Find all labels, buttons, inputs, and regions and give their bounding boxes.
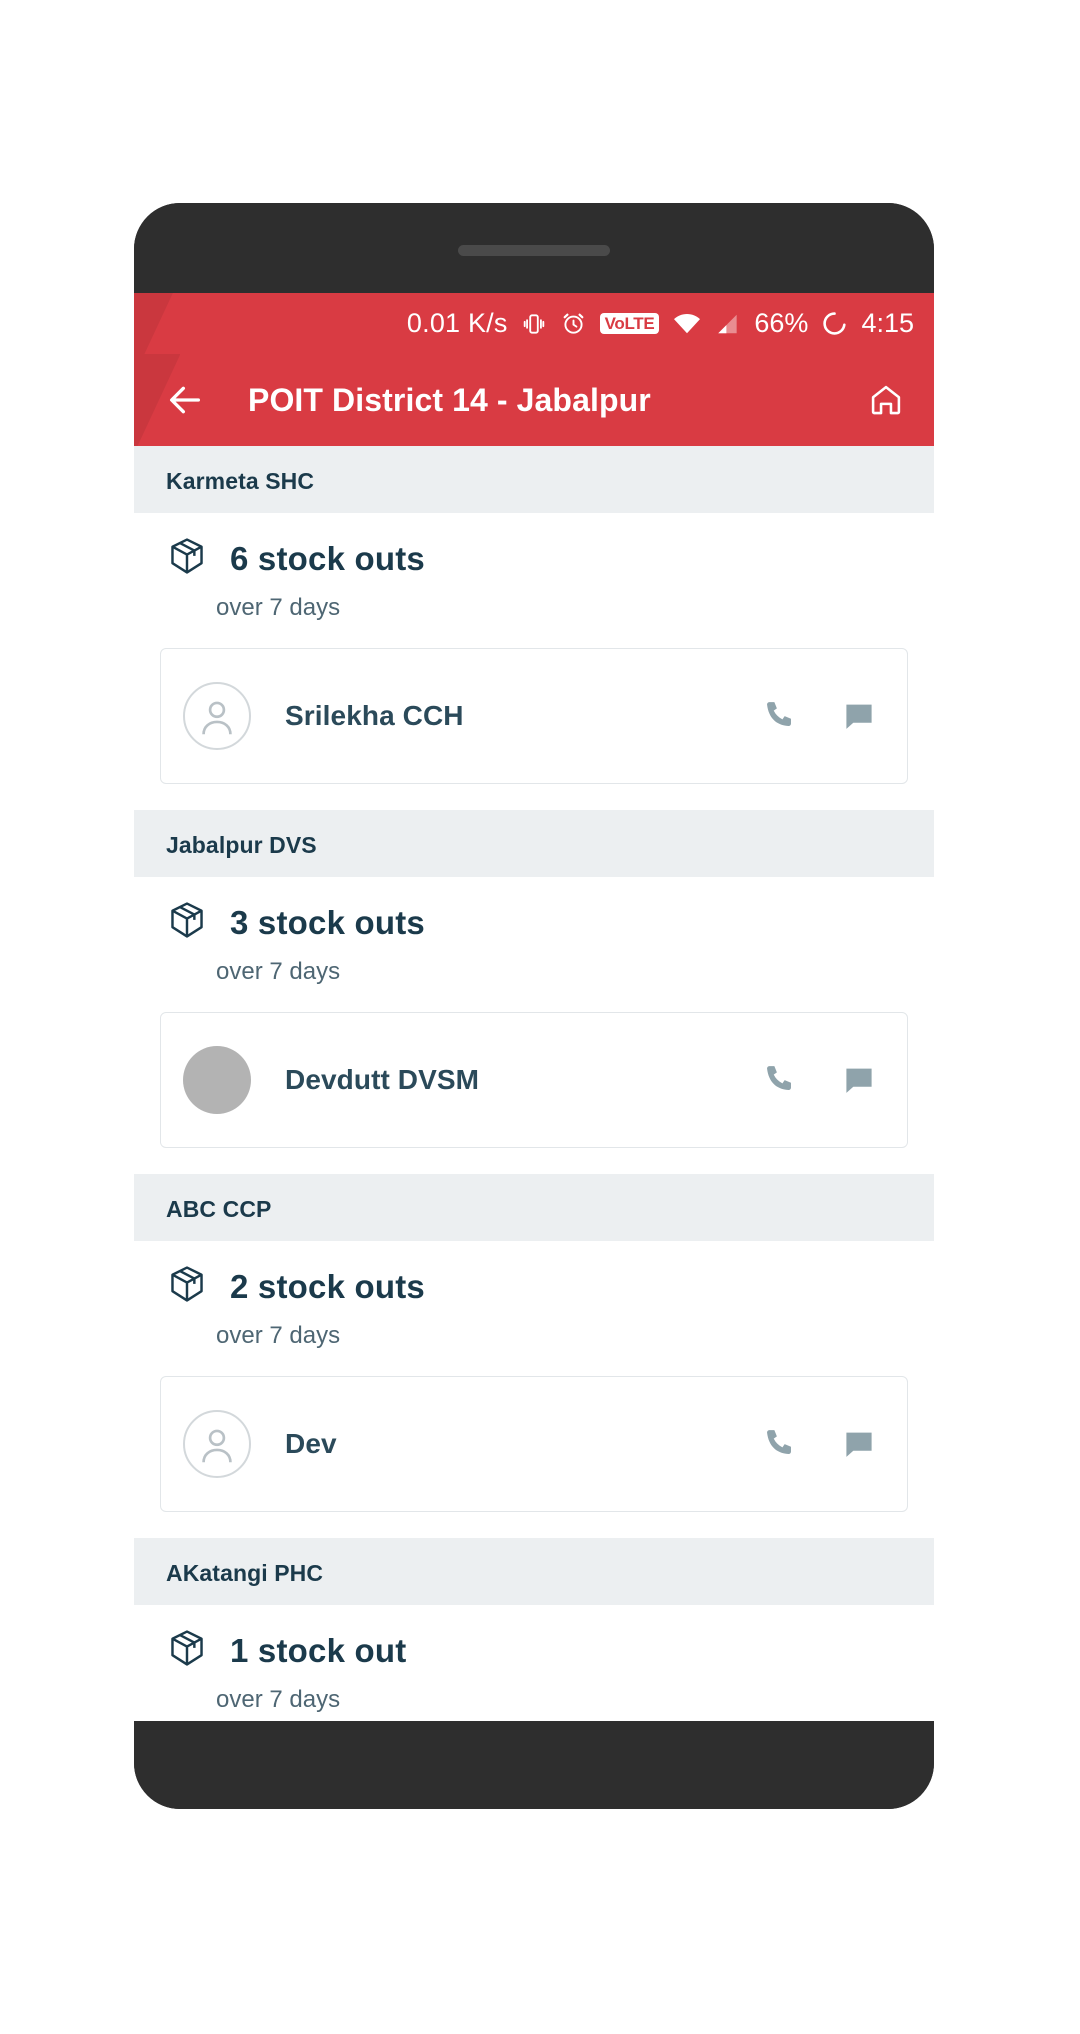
contact-name: Devdutt DVSM xyxy=(285,1064,480,1095)
stock-out-count: 3 stock outs xyxy=(230,903,425,941)
stock-out-period: over 7 days xyxy=(216,1322,341,1349)
group-header: Karmeta SHC xyxy=(134,446,934,513)
contact-row[interactable]: Srilekha CCH xyxy=(160,648,908,784)
stock-out-count: 6 stock outs xyxy=(230,539,425,577)
arrow-left-icon xyxy=(170,386,200,414)
package-box-icon xyxy=(166,1263,208,1310)
contact-actions xyxy=(759,1425,877,1463)
cellular-signal-icon xyxy=(715,311,741,337)
facility-name: Jabalpur DVS xyxy=(166,832,317,858)
group-header: Jabalpur DVS xyxy=(134,810,934,877)
volte-badge: VoLTE xyxy=(599,313,660,334)
stock-out-period: over 7 days xyxy=(216,1686,341,1713)
battery-circle-icon xyxy=(821,310,848,337)
contact-name: Dev xyxy=(285,1428,337,1459)
clock-text: 4:15 xyxy=(861,308,914,338)
facility-name: Karmeta SHC xyxy=(166,468,315,494)
device-bottom-bezel xyxy=(134,1721,934,1809)
contact-actions xyxy=(759,697,877,735)
home-icon xyxy=(871,385,901,415)
facility-card[interactable]: 6 stock outs over 7 days Srilekha CCH xyxy=(134,513,934,810)
battery-percent-text: 66% xyxy=(754,308,809,338)
chat-bubble-icon xyxy=(846,1068,872,1093)
person-avatar-icon xyxy=(202,701,232,735)
page-title: POIT District 14 - Jabalpur xyxy=(248,381,651,418)
stock-out-count: 2 stock outs xyxy=(230,1267,425,1305)
avatar xyxy=(183,1410,251,1478)
phone-screen: 0.01 K/s VoLTE 66% 4:15 POIT District 14… xyxy=(134,293,934,1721)
group-header: ABC CCP xyxy=(134,1174,934,1241)
phone-icon xyxy=(767,1430,791,1454)
facility-list[interactable]: Karmeta SHC 6 stock outs over 7 days Sri… xyxy=(134,446,934,1721)
message-button[interactable] xyxy=(841,698,877,734)
facility-name: ABC CCP xyxy=(166,1196,272,1222)
person-avatar-icon xyxy=(202,1429,232,1463)
stock-out-period: over 7 days xyxy=(216,594,341,621)
package-box-icon xyxy=(166,1627,208,1674)
device-top-bezel xyxy=(134,203,934,293)
vibrate-icon xyxy=(521,311,547,337)
avatar xyxy=(183,1046,251,1114)
stock-summary: 2 stock outs xyxy=(160,1263,908,1310)
earpiece-speaker xyxy=(458,245,610,256)
facility-name: AKatangi PHC xyxy=(166,1560,324,1586)
stock-summary: 6 stock outs xyxy=(160,535,908,582)
package-box-icon xyxy=(166,535,208,582)
facility-card[interactable]: 2 stock outs over 7 days Dev xyxy=(134,1241,934,1538)
chat-bubble-icon xyxy=(846,704,872,729)
message-button[interactable] xyxy=(841,1062,877,1098)
contact-row[interactable]: Devdutt DVSM xyxy=(160,1012,908,1148)
contact-row[interactable]: Dev xyxy=(160,1376,908,1512)
app-bar: POIT District 14 - Jabalpur xyxy=(134,354,934,446)
status-bar: 0.01 K/s VoLTE 66% 4:15 xyxy=(134,293,934,354)
contact-name: Srilekha CCH xyxy=(285,700,464,731)
call-button[interactable] xyxy=(759,697,797,735)
home-button[interactable] xyxy=(862,376,910,424)
wifi-icon xyxy=(672,311,702,337)
call-button[interactable] xyxy=(759,1425,797,1463)
phone-device-frame: 0.01 K/s VoLTE 66% 4:15 POIT District 14… xyxy=(134,203,934,1809)
avatar xyxy=(183,682,251,750)
stock-out-period: over 7 days xyxy=(216,958,341,985)
phone-icon xyxy=(767,1066,791,1090)
facility-card[interactable]: 1 stock out over 7 days xyxy=(134,1605,934,1721)
message-button[interactable] xyxy=(841,1426,877,1462)
phone-icon xyxy=(767,702,791,726)
stock-summary: 3 stock outs xyxy=(160,899,908,946)
stock-out-count: 1 stock out xyxy=(230,1631,407,1669)
stock-summary: 1 stock out xyxy=(160,1627,908,1674)
back-button[interactable] xyxy=(160,375,210,425)
package-box-icon xyxy=(166,899,208,946)
network-speed-text: 0.01 K/s xyxy=(406,308,508,338)
contact-actions xyxy=(759,1061,877,1099)
group-header: AKatangi PHC xyxy=(134,1538,934,1605)
alarm-icon xyxy=(560,310,587,337)
facility-card[interactable]: 3 stock outs over 7 days Devdutt DVSM xyxy=(134,877,934,1174)
chat-bubble-icon xyxy=(846,1432,872,1457)
call-button[interactable] xyxy=(759,1061,797,1099)
